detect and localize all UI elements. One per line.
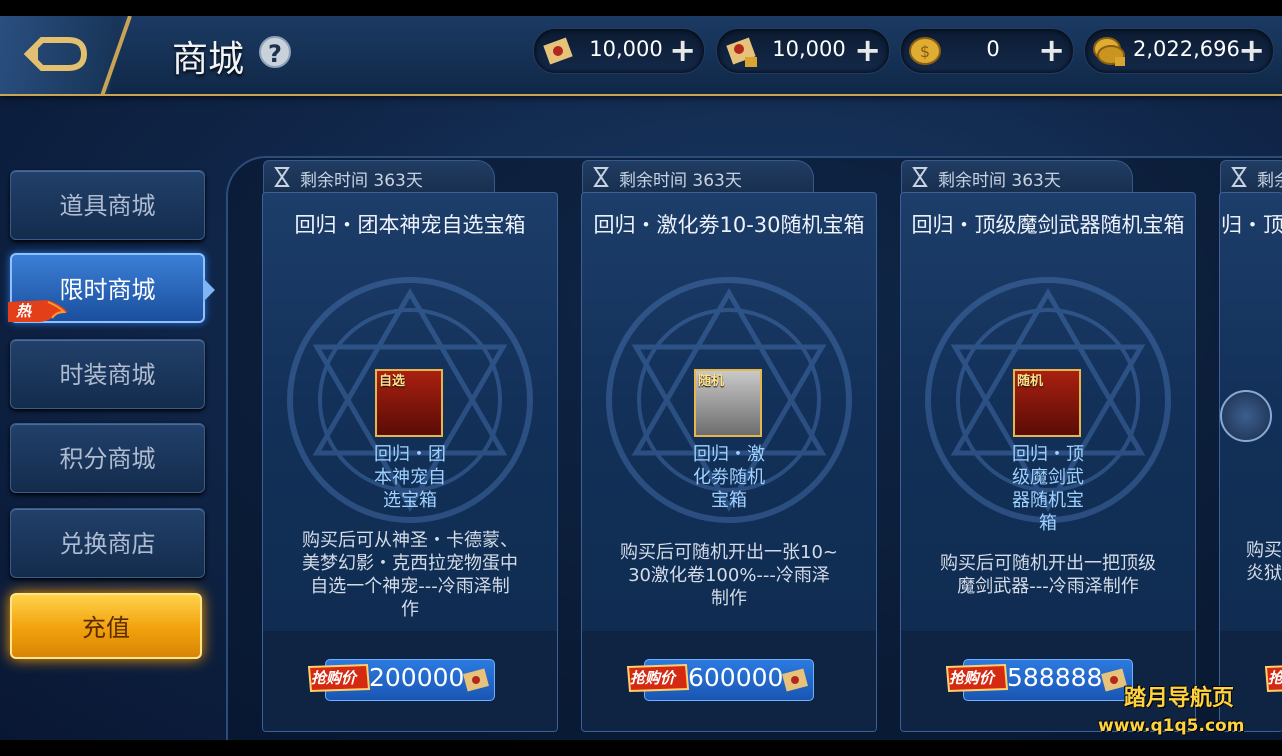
countdown-timer: 剩余时间 363天	[582, 160, 814, 193]
header-divider	[100, 16, 132, 96]
recharge-button[interactable]: 充值	[10, 593, 202, 659]
countdown-timer: 剩余时间 363天	[901, 160, 1133, 193]
product-card-partial[interactable]: 回归・顶 购买炎狱 抢	[1219, 192, 1282, 732]
price-value: 600000	[688, 663, 784, 692]
back-arrow-icon	[23, 37, 88, 71]
item-name: 回归・团 本神宠自 选宝箱	[374, 444, 446, 511]
page-title: 商城	[172, 39, 245, 80]
currency-value: 10,000	[589, 37, 663, 61]
currency-scroll: 10,000 +	[533, 28, 705, 74]
product-title: 回归・团本神宠自选宝箱	[294, 213, 526, 237]
add-currency-button[interactable]: +	[854, 33, 881, 67]
currency-gold: $ 0 +	[900, 28, 1074, 74]
sidebar-item-fashion-shop[interactable]: 时装商城	[10, 339, 205, 409]
add-currency-button[interactable]: +	[1238, 33, 1265, 67]
active-tab-arrow	[203, 278, 215, 302]
currency-locked-scroll: 10,000 +	[716, 28, 890, 74]
sidebar-item-exchange-shop[interactable]: 兑换商店	[10, 508, 205, 578]
flash-price-tag: 抢购价	[626, 663, 690, 693]
product-card[interactable]: 回归・顶级魔剑武器随机宝箱 随机 回归・顶 级魔剑武 器随机宝箱 购买后可随机开出一…	[900, 192, 1196, 732]
flash-price-tag: 抢	[1264, 663, 1282, 693]
currency-value: 10,000	[772, 37, 846, 61]
currency-locked-gold: 2,022,696 +	[1084, 28, 1274, 74]
add-currency-button[interactable]: +	[669, 33, 696, 67]
currency-value: 2,022,696	[1133, 37, 1240, 61]
sidebar-item-item-shop[interactable]: 道具商城	[10, 170, 205, 240]
price-value: 200000	[369, 663, 465, 692]
hourglass-icon	[1231, 167, 1247, 187]
price-area: 抢购价 600000	[582, 631, 876, 731]
hourglass-icon	[912, 167, 928, 187]
scroll-icon	[543, 37, 573, 65]
watermark-url: www.q1q5.com	[1098, 716, 1245, 736]
item-orb-icon[interactable]	[1220, 390, 1272, 442]
item-name: 回归・顶 级魔剑武 器随机宝箱	[1012, 444, 1084, 534]
bottom-letterbox	[0, 740, 1282, 756]
item-name: 回归・激 化劵随机 宝箱	[693, 444, 765, 511]
flash-price-tag: 抢购价	[945, 663, 1009, 693]
add-currency-button[interactable]: +	[1038, 33, 1065, 67]
sidebar-item-points-shop[interactable]: 积分商城	[10, 423, 205, 493]
svg-text:$: $	[920, 42, 930, 61]
hot-badge: 热	[8, 298, 70, 324]
chest-item-icon[interactable]: 自选	[375, 369, 443, 437]
chest-item-icon[interactable]: 随机	[1013, 369, 1081, 437]
currency-value: 0	[986, 37, 1000, 61]
locked-scroll-icon	[726, 37, 757, 67]
product-description: 购买后可从神圣・卡德蒙、 美梦幻影・克西拉宠物蛋中 自选一个神宠---冷雨泽制作	[302, 530, 518, 620]
product-description: 购买 炎狱	[1246, 540, 1282, 584]
price-area: 抢购价 200000	[263, 631, 557, 731]
watermark-title: 踏月导航页	[1124, 686, 1235, 711]
countdown-timer: 剩余	[1220, 160, 1282, 193]
scroll-icon	[782, 668, 808, 692]
help-icon[interactable]: ?	[259, 36, 291, 68]
product-title: 回归・顶级魔剑武器随机宝箱	[911, 213, 1185, 237]
hourglass-icon	[274, 167, 290, 187]
header-bar: 商城 ? 10,000 + 10,000 + $ 0 + 2,022,696 +	[0, 16, 1282, 96]
countdown-timer: 剩余时间 363天	[263, 160, 495, 193]
scroll-icon	[463, 668, 489, 692]
gold-coin-icon: $	[909, 37, 941, 65]
product-card[interactable]: 回归・激化劵10-30随机宝箱 随机 回归・激 化劵随机 宝箱 购买后可随机开出一张…	[581, 192, 877, 732]
product-card[interactable]: 回归・团本神宠自选宝箱 自选 回归・团 本神宠自 选宝箱 购买后可从神圣・卡德蒙、美…	[262, 192, 558, 732]
flash-price-tag: 抢购价	[307, 663, 371, 693]
top-letterbox	[0, 0, 1282, 16]
back-button[interactable]	[0, 16, 160, 96]
product-description: 购买后可随机开出一把顶级 魔剑武器---冷雨泽制作	[940, 553, 1156, 597]
product-title: 回归・激化劵10-30随机宝箱	[593, 213, 865, 237]
price-value: 588888	[1007, 663, 1103, 692]
locked-gold-coins-icon	[1093, 37, 1125, 66]
product-title: 回归・顶	[1220, 213, 1282, 237]
hourglass-icon	[593, 167, 609, 187]
product-description: 购买后可随机开出一张10~ 30激化卷100%---冷雨泽 制作	[620, 542, 838, 609]
chest-item-icon[interactable]: 随机	[694, 369, 762, 437]
